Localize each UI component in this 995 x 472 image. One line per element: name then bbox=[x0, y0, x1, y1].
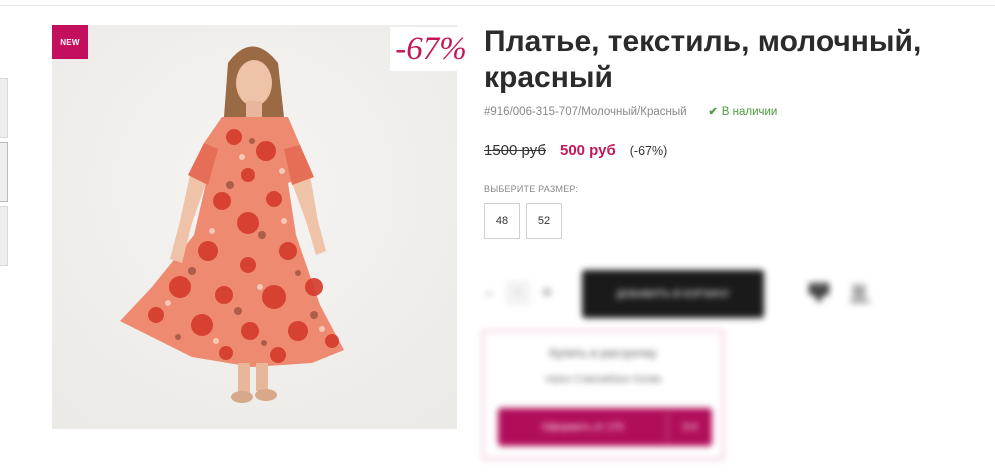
compare-icon[interactable] bbox=[806, 279, 832, 305]
size-label: ВЫБЕРИТЕ РАЗМЕР: bbox=[484, 184, 579, 194]
stock-label: В наличии bbox=[721, 105, 778, 118]
installment-button-extra: 0-0 bbox=[682, 421, 698, 433]
discount-percent: (-67%) bbox=[629, 144, 668, 158]
product-meta: #916/006-315-707/Молочный/Красный ✔ В на… bbox=[484, 105, 778, 119]
price-block: 1500 руб 500 руб (-67%) bbox=[484, 142, 667, 159]
stock-status: ✔ В наличии bbox=[708, 105, 778, 119]
thumbnail-strip bbox=[0, 78, 8, 274]
size-selector: 48 52 bbox=[484, 203, 568, 239]
old-price: 1500 руб bbox=[484, 142, 546, 159]
installment-subtitle: через Совкомбанк Халва bbox=[544, 374, 662, 385]
new-price: 500 руб bbox=[559, 142, 616, 159]
installment-box: Купить в рассрочку через Совкомбанк Халв… bbox=[482, 330, 724, 460]
thumbnail[interactable] bbox=[0, 142, 8, 202]
top-divider bbox=[0, 5, 995, 6]
quantity-input[interactable]: 1 bbox=[507, 282, 529, 304]
product-title: Платье, текстиль, молочный, красный bbox=[484, 25, 922, 94]
product-sku: #916/006-315-707/Молочный/Красный bbox=[484, 105, 687, 118]
size-option-48[interactable]: 48 bbox=[484, 203, 520, 239]
installment-button[interactable]: Оформить от 170 0-0 bbox=[498, 408, 712, 446]
size-option-52[interactable]: 52 bbox=[526, 203, 562, 239]
thumbnail[interactable] bbox=[0, 78, 8, 138]
product-image[interactable] bbox=[52, 25, 457, 429]
check-icon: ✔ bbox=[708, 106, 718, 118]
product-photo bbox=[52, 25, 457, 429]
quantity-stepper: - 1 + bbox=[482, 280, 554, 306]
installment-title: Купить в рассрочку bbox=[549, 346, 657, 360]
discount-badge: -67% bbox=[390, 27, 472, 71]
add-to-cart-button[interactable]: ДОБАВИТЬ В КОРЗИНУ bbox=[582, 270, 764, 318]
new-badge: NEW bbox=[52, 25, 88, 59]
quantity-minus-button[interactable]: - bbox=[482, 282, 496, 305]
installment-button-label: Оформить от 170 bbox=[541, 421, 624, 433]
thumbnail[interactable] bbox=[0, 206, 8, 266]
favorite-icon[interactable] bbox=[846, 280, 874, 306]
quantity-plus-button[interactable]: + bbox=[540, 282, 554, 305]
